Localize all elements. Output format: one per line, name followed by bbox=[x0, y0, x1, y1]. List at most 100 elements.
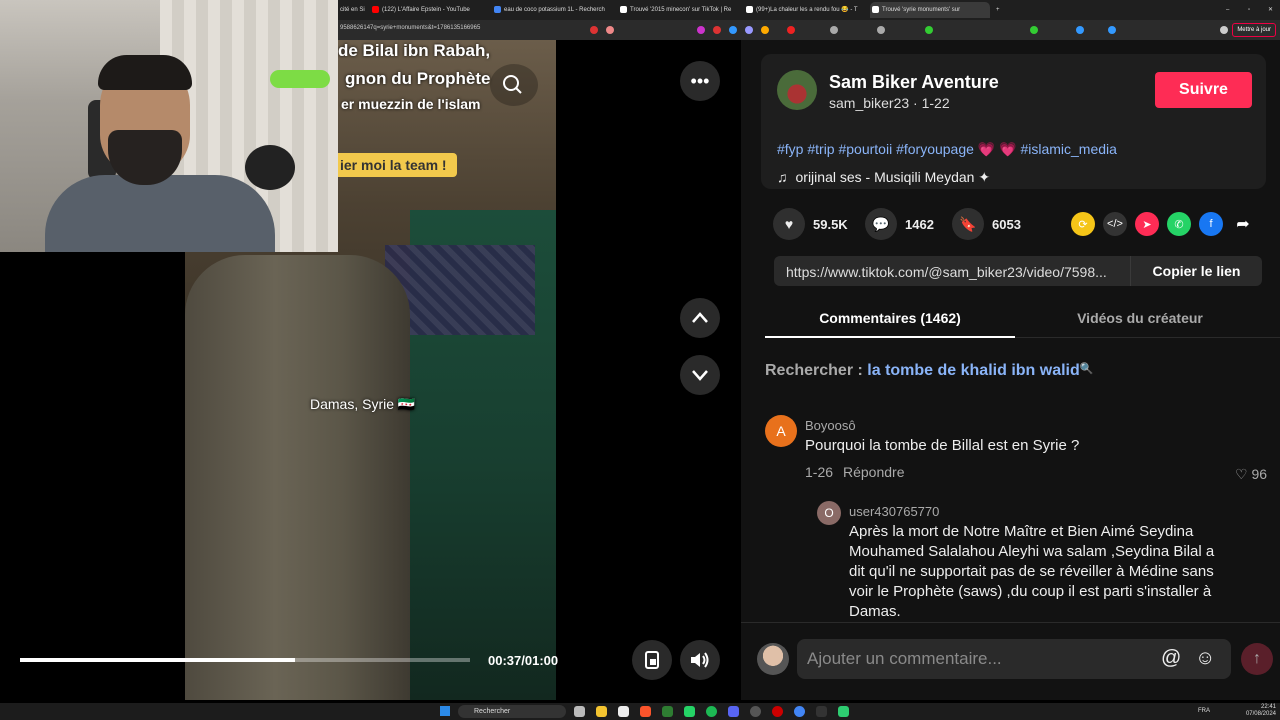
browser-tab[interactable]: eau de coco potassium 1L - Recherch bbox=[492, 2, 616, 18]
share-arrow-icon[interactable]: ➦ bbox=[1231, 212, 1255, 236]
comment-stat[interactable]: 💬 1462 bbox=[865, 208, 934, 240]
extension-icon[interactable] bbox=[877, 26, 885, 34]
comment-username[interactable]: Boyoosô bbox=[805, 418, 856, 433]
post-comment-button[interactable]: ↑ bbox=[1241, 643, 1273, 675]
embed-icon[interactable]: </> bbox=[1103, 212, 1127, 236]
spotify-icon[interactable] bbox=[706, 706, 717, 717]
extension-icon[interactable] bbox=[697, 26, 705, 34]
next-video-button[interactable] bbox=[680, 355, 720, 395]
save-stat[interactable]: 🔖 6053 bbox=[952, 208, 1021, 240]
video-progress-bar[interactable] bbox=[20, 658, 470, 662]
volume-button[interactable] bbox=[680, 640, 720, 680]
follow-button[interactable]: Suivre bbox=[1155, 72, 1252, 108]
active-tab-indicator bbox=[765, 336, 1015, 338]
browser-tab-active[interactable]: Trouvé 'syrie monuments' sur bbox=[870, 2, 990, 18]
reply-button[interactable]: Répondre bbox=[843, 464, 905, 480]
video-time: 00:37/01:00 bbox=[488, 653, 559, 668]
facebook-icon[interactable]: f bbox=[1199, 212, 1223, 236]
like-stat[interactable]: ♥ 59.5K bbox=[773, 208, 848, 240]
minimize-icon[interactable]: – bbox=[1224, 2, 1236, 18]
my-avatar bbox=[757, 643, 789, 675]
youtube-icon bbox=[372, 6, 379, 13]
extension-icon[interactable] bbox=[830, 26, 838, 34]
app-icon[interactable] bbox=[618, 706, 629, 717]
file-explorer-icon[interactable] bbox=[596, 706, 607, 717]
extension-icon[interactable] bbox=[606, 26, 614, 34]
mention-icon[interactable]: @ bbox=[1161, 647, 1181, 670]
chevron-down-icon bbox=[692, 370, 708, 381]
close-window-icon[interactable]: ✕ bbox=[1266, 2, 1278, 18]
emoji-icon[interactable]: ☺ bbox=[1195, 647, 1215, 670]
update-browser-button[interactable]: Mettre à jour bbox=[1232, 23, 1276, 37]
extension-icon[interactable] bbox=[729, 26, 737, 34]
new-tab-button[interactable]: + bbox=[994, 2, 1008, 18]
search-suggestion-query[interactable]: la tombe de khalid ibn walid bbox=[867, 362, 1079, 379]
video-scene-tombstone bbox=[185, 255, 410, 700]
task-view-icon[interactable] bbox=[574, 706, 585, 717]
whatsapp-icon[interactable]: ✆ bbox=[1167, 212, 1191, 236]
extension-icon[interactable] bbox=[1076, 26, 1084, 34]
browser-tab[interactable]: Trouvé '2015 minecon' sur TikTok | Re bbox=[618, 2, 742, 18]
music-title: orijinal ses - Musiqili Meydan ✦ bbox=[795, 169, 991, 185]
creator-name[interactable]: Sam Biker Aventure bbox=[829, 72, 999, 93]
music-note-icon: ♫ bbox=[777, 169, 788, 185]
app-icon[interactable] bbox=[816, 706, 827, 717]
video-music[interactable]: ♫ orijinal ses - Musiqili Meydan ✦ bbox=[777, 169, 990, 186]
save-count: 6053 bbox=[992, 216, 1021, 232]
video-overlay-tag: ier moi la team ! bbox=[330, 153, 457, 177]
video-hashtags[interactable]: #fyp #trip #pourtoii #foryoupage 💗 💗 #is… bbox=[777, 141, 1117, 158]
extension-icon[interactable] bbox=[1030, 26, 1038, 34]
creator-handle[interactable]: sam_biker23 · 1-22 bbox=[829, 95, 950, 111]
video-search-button[interactable] bbox=[490, 64, 538, 106]
like-count: 59.5K bbox=[813, 216, 848, 232]
heart-outline-icon: ♡ bbox=[1235, 466, 1252, 482]
reply-username[interactable]: user430765770 bbox=[849, 504, 939, 519]
comment-icon: 💬 bbox=[865, 208, 897, 240]
tab-creator-videos[interactable]: Vidéos du créateur bbox=[1015, 310, 1265, 326]
webcam-microphone bbox=[245, 145, 295, 190]
send-friend-icon[interactable]: ➤ bbox=[1135, 212, 1159, 236]
taskbar-search[interactable]: Rechercher bbox=[458, 705, 566, 718]
extension-icon[interactable] bbox=[925, 26, 933, 34]
app-icon[interactable] bbox=[750, 706, 761, 717]
app-icon[interactable] bbox=[662, 706, 673, 717]
clock-time: 22:41 bbox=[1260, 704, 1276, 710]
extension-icon[interactable] bbox=[1220, 26, 1228, 34]
copy-link-button[interactable]: Copier le lien bbox=[1130, 256, 1262, 286]
extension-icon[interactable] bbox=[761, 26, 769, 34]
repost-icon[interactable]: ⟳ bbox=[1071, 212, 1095, 236]
extension-icon[interactable] bbox=[1108, 26, 1116, 34]
creator-avatar[interactable] bbox=[777, 70, 817, 110]
creator-card: Sam Biker Aventure sam_biker23 · 1-22 Su… bbox=[761, 54, 1266, 189]
picture-in-picture-button[interactable] bbox=[632, 640, 672, 680]
comment-date: 1-26 bbox=[805, 464, 834, 480]
input-language[interactable]: FRA bbox=[1198, 708, 1210, 714]
brave-icon[interactable] bbox=[640, 706, 651, 717]
app-icon[interactable] bbox=[838, 706, 849, 717]
extension-icon[interactable] bbox=[745, 26, 753, 34]
extension-icon[interactable] bbox=[787, 26, 795, 34]
panel-tabs: Commentaires (1462) Vidéos du créateur bbox=[765, 302, 1280, 338]
whatsapp-icon[interactable] bbox=[684, 706, 695, 717]
video-link-url[interactable]: https://www.tiktok.com/@sam_biker23/vide… bbox=[786, 264, 1131, 280]
url-text[interactable]: 9588626147q=syrie+monuments&t=1786135166… bbox=[340, 25, 480, 31]
discord-icon[interactable] bbox=[728, 706, 739, 717]
search-suggestion[interactable]: Rechercher : la tombe de khalid ibn wali… bbox=[765, 362, 1093, 380]
previous-video-button[interactable] bbox=[680, 298, 720, 338]
windows-start-icon[interactable] bbox=[440, 706, 450, 716]
comment-like-count: 96 bbox=[1251, 466, 1268, 482]
system-clock[interactable]: 22:41 07/08/2024 bbox=[1246, 704, 1276, 718]
reply-avatar[interactable]: O bbox=[817, 501, 841, 525]
app-icon[interactable] bbox=[772, 706, 783, 717]
more-options-button[interactable]: ••• bbox=[680, 61, 720, 101]
browser-tab[interactable]: (122) L'Affaire Epstein - YouTube bbox=[370, 2, 490, 18]
browser-tab[interactable]: (99+)La chaleur les a rendu fou 😂 - T bbox=[744, 2, 868, 18]
comment-avatar[interactable]: A bbox=[765, 415, 797, 447]
tiktok-icon bbox=[746, 6, 753, 13]
tab-comments[interactable]: Commentaires (1462) bbox=[765, 310, 1015, 326]
maximize-icon[interactable]: ▫ bbox=[1246, 2, 1258, 18]
extension-icon[interactable] bbox=[590, 26, 598, 34]
extension-icon[interactable] bbox=[713, 26, 721, 34]
comment-like[interactable]: ♡ 96 bbox=[1235, 466, 1267, 483]
chrome-icon[interactable] bbox=[794, 706, 805, 717]
